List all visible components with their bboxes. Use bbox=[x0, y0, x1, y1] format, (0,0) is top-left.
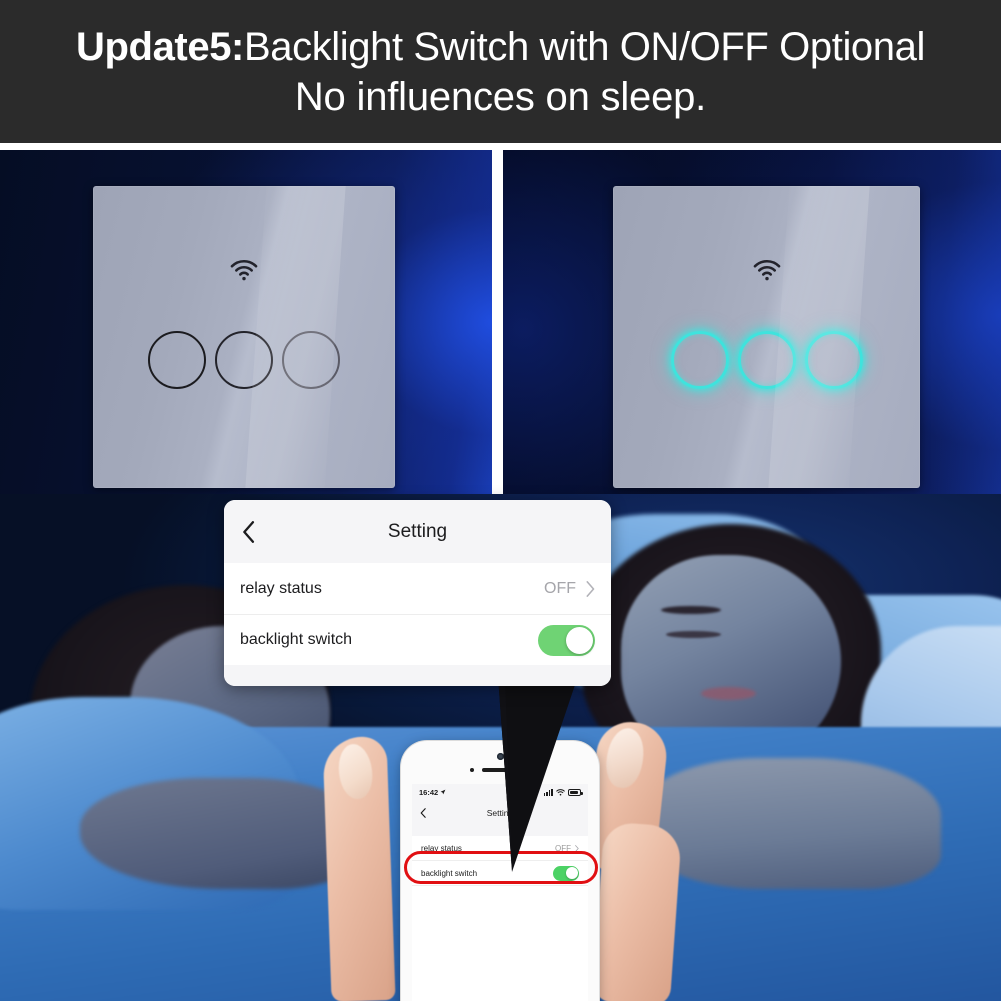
touch-button-row-off bbox=[93, 330, 395, 389]
proximity-sensor-icon bbox=[470, 768, 474, 772]
panel-backlight-off bbox=[0, 150, 492, 494]
header-update-label: Update5: bbox=[76, 24, 244, 69]
touch-button-row-on bbox=[613, 330, 920, 389]
switch-comparison-row bbox=[0, 150, 1001, 494]
battery-icon bbox=[568, 788, 583, 796]
smartphone: 16:42 Setting relay status OFF backlight… bbox=[401, 741, 599, 1001]
header-banner: Update5:Backlight Switch with ON/OFF Opt… bbox=[0, 0, 1001, 143]
header-headline-rest: Backlight Switch with ON/OFF Optional bbox=[243, 24, 925, 69]
location-arrow-icon bbox=[440, 789, 446, 795]
callout-title: Setting bbox=[387, 520, 448, 542]
status-bar-left: 16:42 bbox=[419, 788, 446, 797]
phone-row-value-group: OFF bbox=[555, 844, 579, 853]
header-headline-line1: Update5:Backlight Switch with ON/OFF Opt… bbox=[76, 24, 925, 70]
phone-nav-bar: Setting bbox=[412, 800, 588, 826]
product-banner-page: Update5:Backlight Switch with ON/OFF Opt… bbox=[0, 0, 1001, 1001]
earpiece-speaker bbox=[482, 768, 522, 772]
touch-button-2-off[interactable] bbox=[215, 330, 273, 389]
callout-footer bbox=[224, 665, 611, 686]
chevron-right-icon bbox=[575, 844, 579, 852]
callout-row-value-group: OFF bbox=[544, 580, 595, 598]
phone-row-relay-status[interactable]: relay status OFF bbox=[412, 836, 588, 861]
panel-backlight-on bbox=[503, 150, 1001, 494]
phone-screen: 16:42 Setting relay status OFF backlight… bbox=[412, 784, 588, 1001]
callout-row-relay-status[interactable]: relay status OFF bbox=[224, 563, 611, 614]
touch-button-3-on[interactable] bbox=[804, 330, 863, 389]
wifi-icon bbox=[230, 260, 258, 281]
phone-backlight-toggle[interactable] bbox=[553, 865, 579, 881]
phone-row-label: backlight switch bbox=[421, 868, 478, 878]
chevron-right-icon bbox=[586, 580, 595, 597]
phone-row-label: relay status bbox=[421, 843, 462, 853]
header-headline-line2: No influences on sleep. bbox=[294, 74, 707, 119]
callout-row-label: relay status bbox=[240, 579, 322, 597]
phone-section-gap bbox=[412, 826, 588, 836]
touch-button-1-off[interactable] bbox=[148, 330, 206, 389]
wifi-icon bbox=[753, 260, 780, 281]
settings-callout-card: Setting relay status OFF backlight switc… bbox=[224, 500, 611, 686]
callout-row-backlight-switch[interactable]: backlight switch bbox=[224, 614, 611, 665]
touch-button-2-on[interactable] bbox=[737, 330, 796, 389]
status-bar-right bbox=[543, 788, 583, 796]
touch-button-3-off[interactable] bbox=[282, 330, 340, 389]
front-camera-icon bbox=[497, 753, 504, 760]
phone-nav-title: Setting bbox=[486, 808, 514, 818]
wifi-icon bbox=[556, 788, 565, 796]
callout-row-label: backlight switch bbox=[240, 631, 353, 648]
cellular-signal-icon bbox=[543, 788, 553, 796]
touch-button-1-on[interactable] bbox=[670, 330, 729, 389]
wall-switch-plate-on bbox=[613, 186, 920, 488]
clock-time: 16:42 bbox=[419, 787, 439, 797]
middle-finger bbox=[591, 821, 683, 1001]
callout-backlight-toggle[interactable] bbox=[538, 624, 595, 656]
callout-header: Setting bbox=[224, 500, 611, 563]
phone-row-backlight-switch[interactable]: backlight switch bbox=[412, 861, 588, 886]
wall-switch-plate-off bbox=[93, 186, 395, 488]
callout-row-value: OFF bbox=[544, 579, 576, 597]
phone-status-bar: 16:42 bbox=[412, 784, 588, 800]
phone-row-value: OFF bbox=[555, 843, 571, 853]
